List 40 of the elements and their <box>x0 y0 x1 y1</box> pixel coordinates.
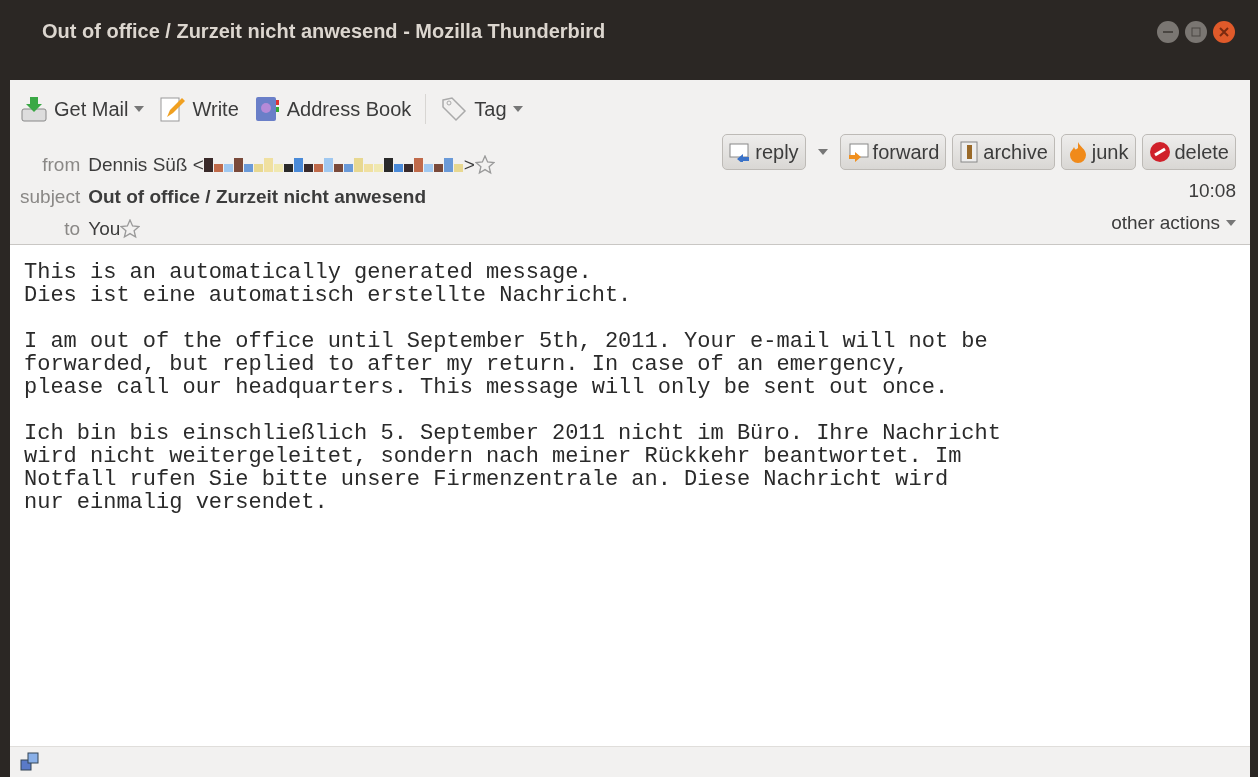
caret-icon <box>1226 220 1236 226</box>
maximize-icon[interactable] <box>1184 20 1208 44</box>
message-time: 10:08 <box>1188 180 1236 202</box>
action-button[interactable]: delete <box>1141 134 1236 170</box>
window-title: Out of office / Zurzeit nicht anwesend - Mozilla Thunderbird <box>42 20 606 43</box>
toolbar-button[interactable]: Tag <box>440 95 523 123</box>
subject-label: subject <box>20 186 81 208</box>
action-button[interactable]: junk <box>1060 134 1136 170</box>
body-paragraph: I am out of the office until September 5th, 2011. Your e-mail will not be forwarded, but replied to after my return. In case of an emergency, please call our headquarters. This message will only be sent out once. <box>24 330 989 399</box>
tag-icon <box>440 95 469 123</box>
minimize-icon[interactable] <box>1156 20 1180 44</box>
action-button[interactable]: archive <box>952 134 1055 170</box>
close-icon[interactable] <box>1212 20 1236 44</box>
dropdown-caret-icon[interactable] <box>817 149 828 155</box>
archive-box-icon <box>959 141 980 163</box>
caret-icon <box>134 106 145 112</box>
pencil-paper-icon <box>158 95 187 123</box>
sender-name: Dennis Süß < <box>88 154 204 176</box>
body-paragraph: This is an automatically generated message. Dies ist eine automatisch erstellte Nachricht. <box>24 261 633 307</box>
other-actions-menu[interactable]: other actions <box>1111 212 1236 234</box>
action-button[interactable]: reply <box>722 134 806 170</box>
star-icon[interactable] <box>474 155 495 175</box>
toolbar-button[interactable]: Get Mail <box>20 95 145 123</box>
flame-icon <box>1067 141 1088 163</box>
from-label: from <box>41 154 81 176</box>
caret-icon <box>512 106 523 112</box>
body-paragraph: Ich bin bis einschließlich 5. September 2011 nicht im Büro. Ihre Nachricht wird nicht weitergeleitet, sondern nach meiner Rückkehr beantwortet. Im Notfall rufen Sie bitte unsere Firmenzentrale an. Diese Nachricht wird nur einmalig versendet. <box>24 422 1002 514</box>
envelope-icon <box>846 142 869 162</box>
recipient-name: You <box>88 218 121 240</box>
envelope-icon <box>729 142 752 162</box>
to-label: to <box>63 218 81 240</box>
address-end: > <box>463 154 475 176</box>
action-button[interactable]: forward <box>839 134 947 170</box>
toolbar-button[interactable]: Write <box>158 95 239 123</box>
star-icon[interactable] <box>120 219 141 239</box>
delete-icon <box>1148 141 1171 163</box>
inbox-download-icon <box>20 95 48 123</box>
subject-text: Out of office / Zurzeit nicht anwesend <box>88 186 427 208</box>
network-status-icon <box>20 752 40 772</box>
toolbar-button[interactable]: Address Book <box>252 95 412 123</box>
